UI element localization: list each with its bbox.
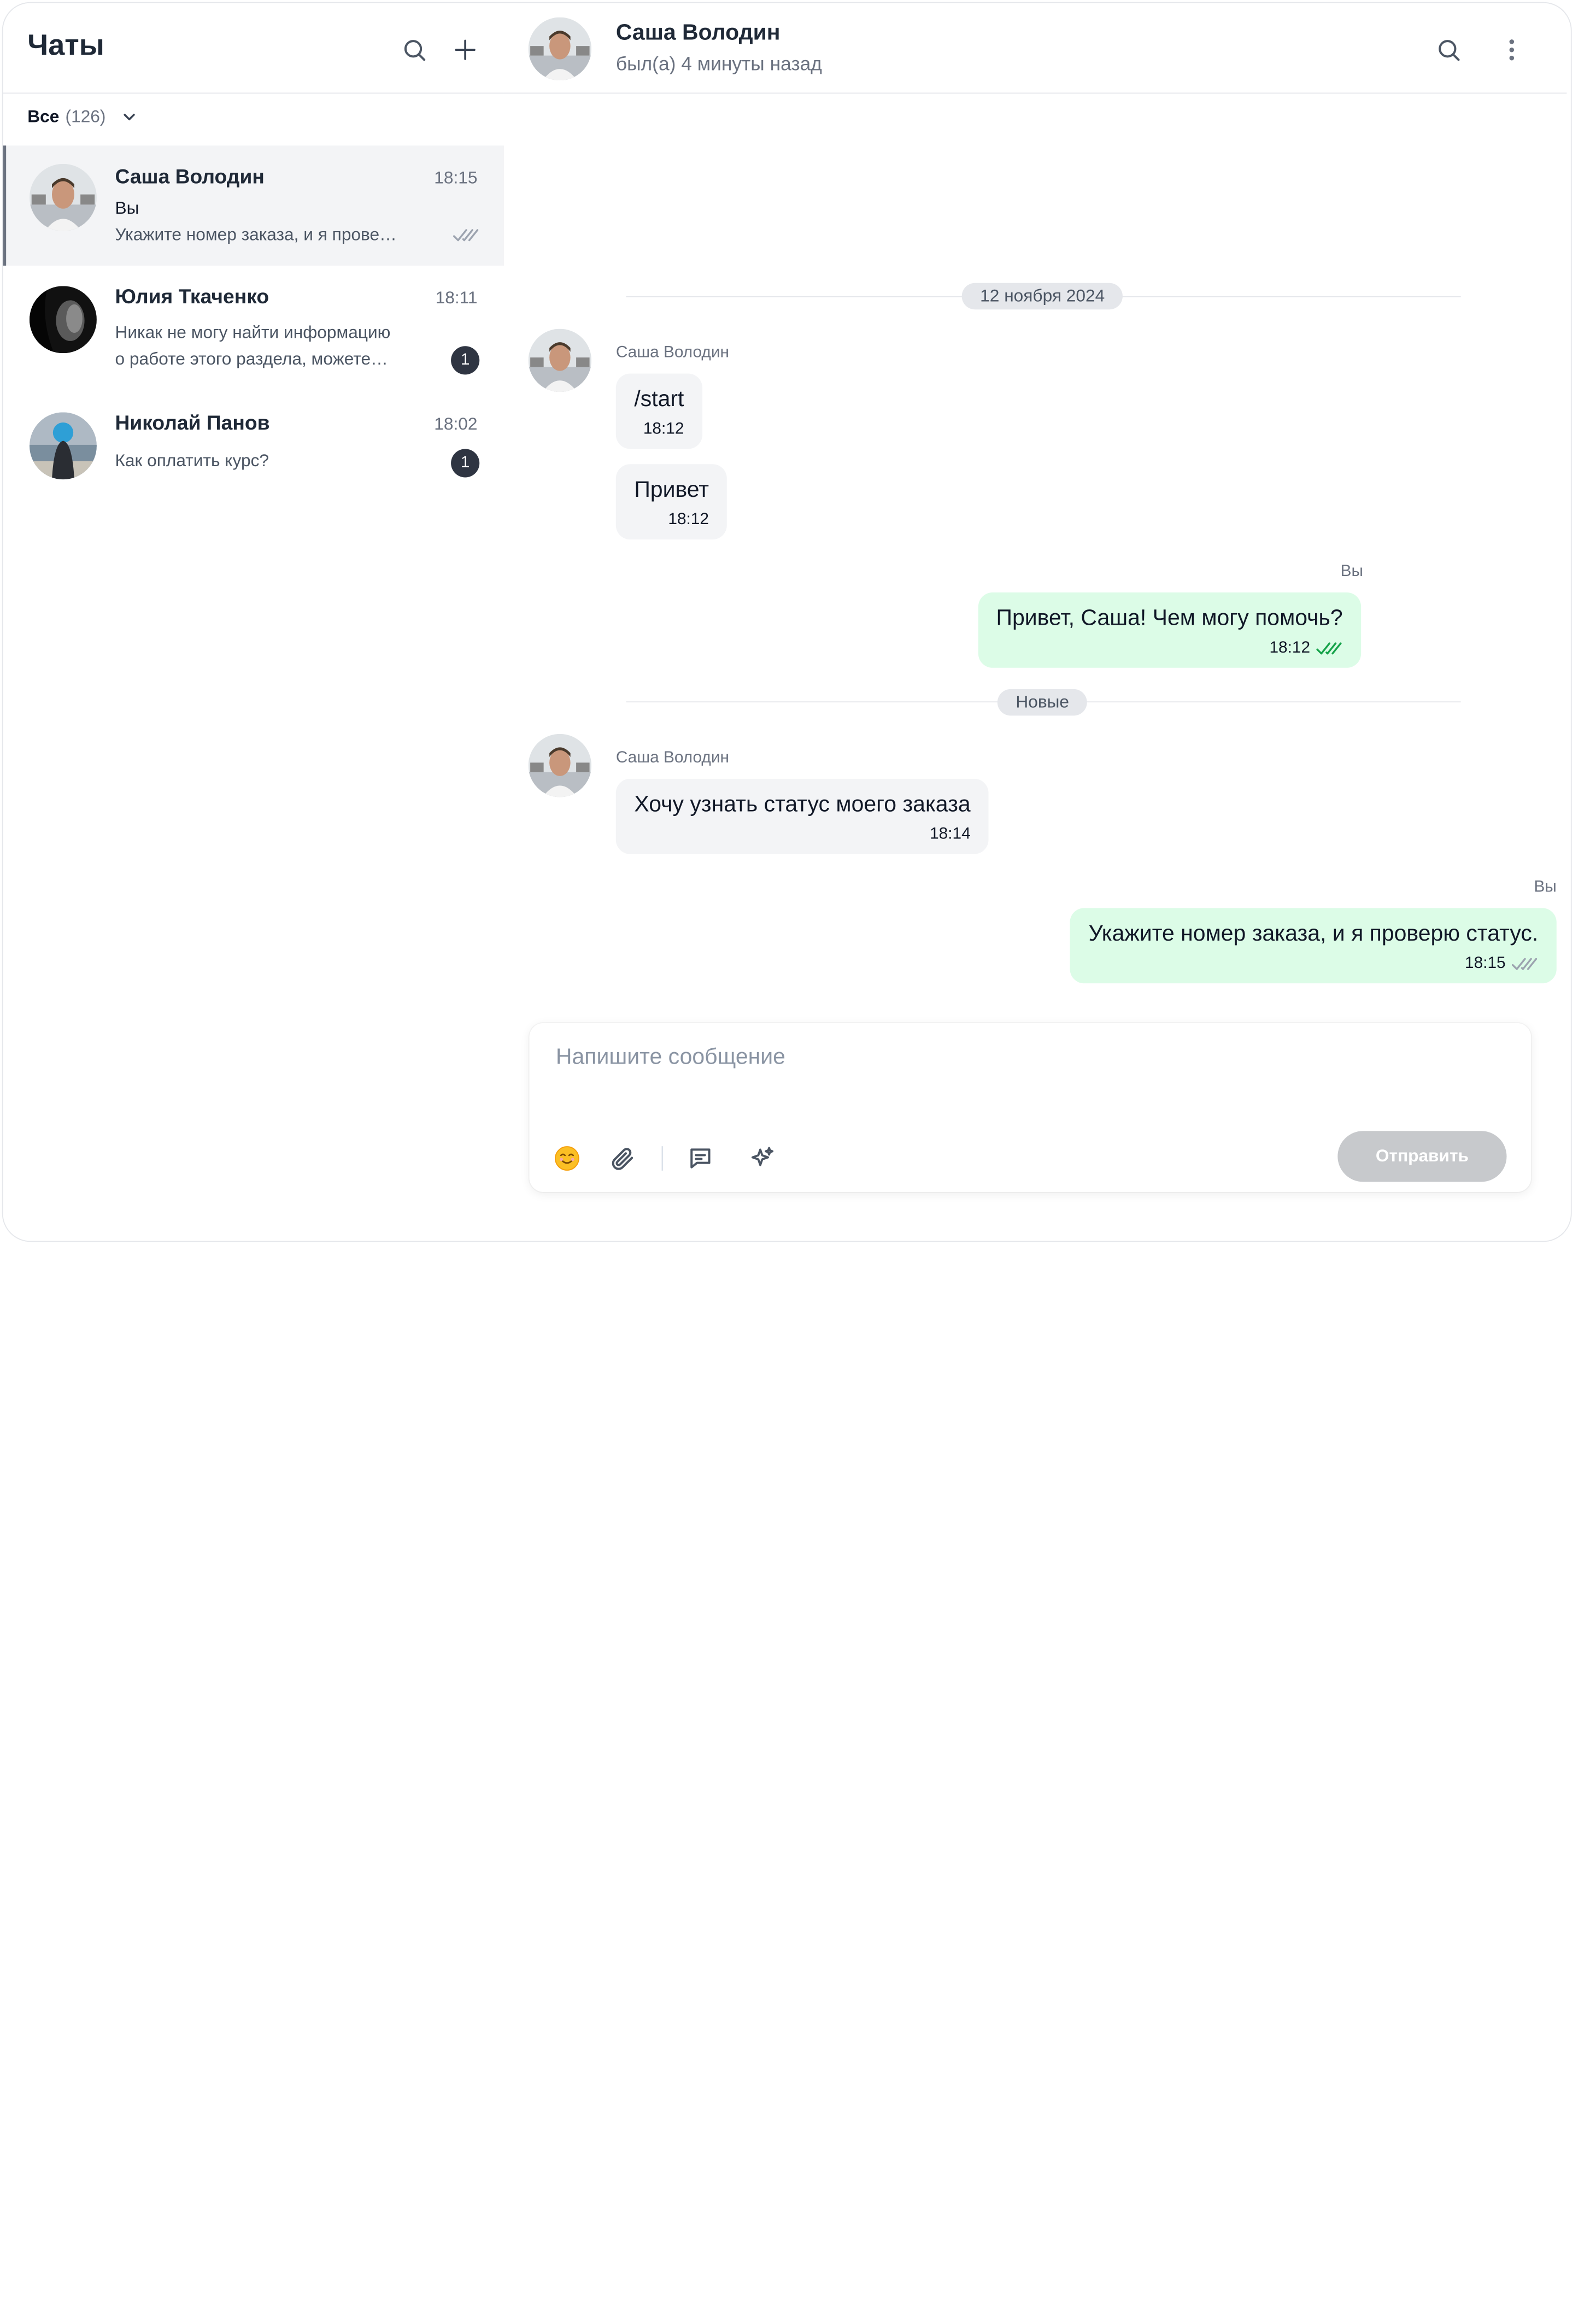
toolbar-divider [661, 1146, 663, 1171]
paperclip-icon[interactable] [607, 1143, 637, 1174]
chat-contact-name: Саша Володин [615, 19, 781, 45]
double-check-icon [1316, 641, 1342, 657]
message-sender: Вы [1534, 878, 1557, 896]
chat-item-sasha[interactable]: Саша Володин 18:15 Вы Укажите номер зака… [3, 145, 504, 266]
avatar[interactable] [528, 17, 592, 81]
chat-name: Юлия Ткаченко [115, 286, 269, 309]
search-icon[interactable] [1433, 33, 1465, 66]
message-time: 18:12 [668, 510, 709, 529]
plus-icon[interactable] [449, 33, 482, 66]
chat-time: 18:15 [434, 168, 478, 187]
chat-contact-status: был(а) 4 минуты назад [615, 54, 822, 75]
message-time: 18:12 [1269, 639, 1311, 657]
chat-last-sender: Вы [115, 198, 139, 218]
chat-panel: Саша Володин был(а) 4 минуты назад 12 но… [503, 3, 1571, 1241]
message-bubble: Привет, Саша! Чем могу помочь? 18:12 [978, 592, 1362, 668]
message-bubble: Привет 18:12 [615, 464, 727, 540]
message-text: Хочу узнать статус моего заказа [634, 791, 971, 817]
avatar [528, 733, 592, 797]
double-check-icon [453, 227, 479, 248]
chat-preview: Укажите номер заказа, и я прове… [115, 225, 397, 244]
chat-header: Саша Володин был(а) 4 минуты назад [503, 3, 1567, 94]
message-sender: Вы [1340, 562, 1363, 580]
sidebar-header: Чаты [3, 3, 504, 94]
chat-name: Николай Панов [115, 412, 270, 435]
message-time: 18:14 [930, 825, 971, 843]
chat-preview-line2: о работе этого раздела, можете… [115, 349, 388, 369]
chat-time: 18:02 [434, 414, 478, 434]
more-vertical-icon[interactable] [1495, 33, 1528, 66]
double-check-icon [1511, 956, 1538, 972]
send-button[interactable]: Отправить [1337, 1131, 1507, 1182]
sparkles-icon[interactable] [747, 1143, 778, 1174]
message-composer: Отправить [529, 1023, 1532, 1192]
chat-list: Саша Володин 18:15 Вы Укажите номер зака… [3, 145, 504, 491]
unread-badge: 1 [451, 449, 480, 478]
chat-preview: Как оплатить курс? [115, 451, 269, 471]
unread-badge: 1 [451, 346, 480, 375]
sidebar: Чаты Все (126) Саша Володин 18:15 Вы Ука… [3, 3, 504, 1241]
filter-label: Все [27, 107, 60, 126]
chat-preview-line1: Никак не могу найти информацию [115, 322, 391, 342]
new-messages-separator: Новые [997, 689, 1088, 716]
sidebar-title: Чаты [27, 30, 104, 62]
message-text: Укажите номер заказа, и я проверю статус… [1088, 920, 1539, 946]
message-bubble: /start 18:12 [615, 373, 702, 449]
message-time: 18:12 [643, 420, 684, 438]
message-text: /start [634, 385, 684, 412]
chat-filter-dropdown[interactable]: Все (126) [27, 107, 138, 127]
date-separator: 12 ноября 2024 [961, 283, 1123, 310]
messenger-window: Чаты Все (126) Саша Володин 18:15 Вы Ука… [2, 2, 1572, 1242]
message-text: Привет [634, 476, 709, 502]
message-input[interactable] [554, 1041, 1505, 1107]
message-bubble: Укажите номер заказа, и я проверю статус… [1070, 908, 1557, 984]
message-time: 18:15 [1465, 955, 1506, 972]
message-text: Привет, Саша! Чем могу помочь? [996, 604, 1343, 630]
message-sender: Саша Володин [615, 749, 729, 767]
avatar [528, 328, 592, 392]
message-sender: Саша Володин [615, 344, 729, 362]
avatar [30, 412, 97, 480]
filter-count: (126) [65, 107, 106, 126]
avatar [30, 286, 97, 354]
message-template-icon[interactable] [685, 1143, 715, 1174]
avatar [30, 163, 97, 231]
chat-item-yulia[interactable]: Юлия Ткаченко 18:11 Никак не могу найти … [3, 266, 504, 386]
chat-name: Саша Володин [115, 166, 265, 189]
chevron-down-icon [120, 108, 139, 126]
search-icon[interactable] [398, 33, 431, 66]
chat-time: 18:11 [435, 288, 478, 308]
emoji-icon[interactable] [551, 1143, 582, 1174]
message-bubble: Хочу узнать статус моего заказа 18:14 [615, 778, 989, 854]
chat-item-nikolay[interactable]: Николай Панов 18:02 Как оплатить курс? 1 [3, 386, 504, 492]
